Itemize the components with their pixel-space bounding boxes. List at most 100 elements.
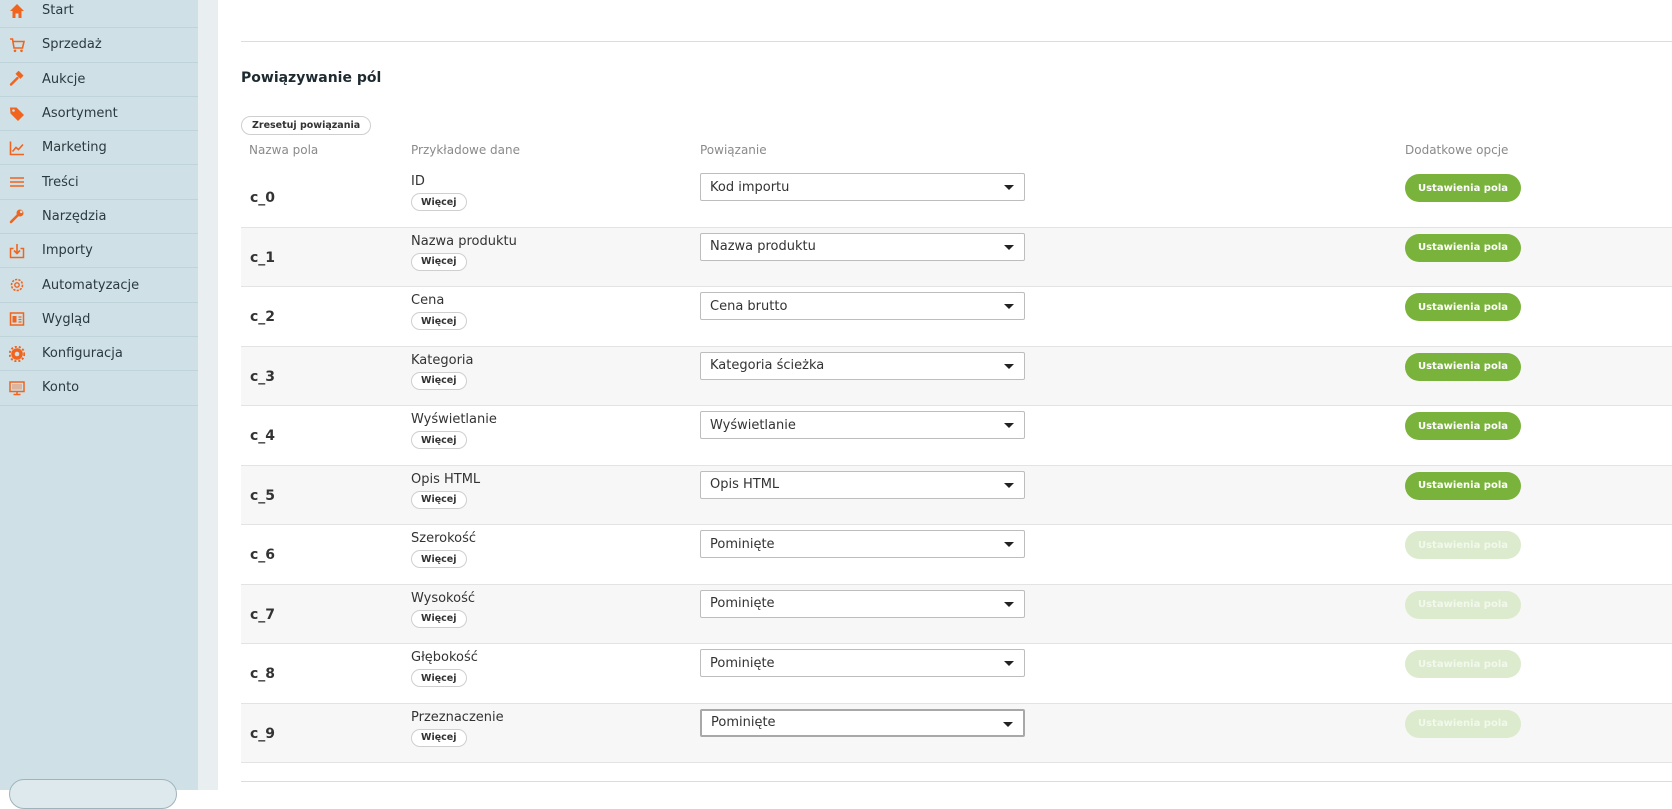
sidebar-item-tresci[interactable]: Treści [0,165,198,200]
sidebar-item-narzedzia[interactable]: Narzędzia [0,200,198,235]
field-settings-button[interactable]: Ustawienia pola [1405,233,1521,262]
cart-icon [9,37,25,53]
table-row: c_3 Kategoria Więcej Kategoria ścieżka Ustaw… [241,346,1672,406]
sidebar-item-konto[interactable]: Konto [0,371,198,406]
field-settings-button[interactable]: Ustawienia pola [1405,709,1521,738]
layout-icon [9,311,25,327]
chevron-down-icon [1004,423,1014,428]
binding-select[interactable]: Kategoria ścieżka [700,351,1025,380]
more-button[interactable]: Więcej [411,371,467,390]
sidebar-item-label: Wygląd [42,311,91,327]
sidebar-bottom-button[interactable] [9,779,177,809]
chevron-down-icon [1004,363,1014,369]
binding-select[interactable]: Wyświetlanie [700,411,1025,439]
sidebar-nav: Start Sprzedaż Aukcje Asortyment Marketi… [0,0,198,406]
field-name: c_5 [250,487,276,504]
table-row: c_4 Wyświetlanie Więcej Wyświetlanie Ustawie… [241,406,1672,466]
divider [241,781,1672,782]
binding-select-value: Wyświetlanie [710,417,796,433]
field-settings-button[interactable]: Ustawienia pola [1405,471,1521,500]
table-row: c_9 Przeznaczenie Więcej Pominięte Ustawieni… [241,703,1672,763]
more-button[interactable]: Więcej [411,490,467,509]
chevron-down-icon [1004,661,1014,666]
sidebar-item-label: Aukcje [42,71,86,87]
sidebar-item-wyglad[interactable]: Wygląd [0,303,198,337]
binding-select[interactable]: Opis HTML [700,470,1025,499]
reset-bindings-button[interactable]: Zresetuj powiązania [241,116,372,135]
sidebar-item-label: Treści [42,174,79,190]
binding-select[interactable]: Nazwa produktu [700,232,1025,261]
more-button[interactable]: Więcej [411,669,467,687]
chevron-down-icon [1003,721,1013,727]
field-settings-button[interactable]: Ustawienia pola [1405,650,1521,678]
import-icon [9,243,25,259]
sidebar-item-label: Narzędzia [42,208,107,224]
column-header-sample-data: Przykładowe dane [411,143,521,157]
binding-select-value: Pominięte [711,715,776,730]
more-button[interactable]: Więcej [411,193,467,211]
sidebar-item-importy[interactable]: Importy [0,234,198,269]
field-settings-button[interactable]: Ustawienia pola [1405,352,1521,381]
field-name: c_8 [250,666,276,682]
home-icon [9,3,25,19]
field-name: c_2 [250,309,276,325]
sidebar-item-label: Marketing [42,140,107,156]
field-name: c_6 [250,547,276,563]
field-name: c_9 [250,725,276,742]
chevron-down-icon [1004,482,1014,488]
lines-icon [9,174,25,190]
binding-select[interactable]: Cena brutto [700,292,1025,320]
more-button[interactable]: Więcej [411,609,467,628]
more-button[interactable]: Więcej [411,312,467,330]
sidebar-item-automatyzacje[interactable]: Automatyzacje [0,268,198,303]
binding-select[interactable]: Pominięte [700,649,1025,677]
chevron-down-icon [1004,601,1014,607]
sidebar-item-asortyment[interactable]: Asortyment [0,97,198,132]
binding-select-value: Cena brutto [710,298,788,314]
main-content: Powiązywanie pól Zresetuj powiązania Naz… [218,0,1672,790]
sidebar-item-label: Start [42,3,74,19]
sample-value: Szerokość [411,531,477,546]
binding-select[interactable]: Kod importu [700,173,1025,201]
more-button[interactable]: Więcej [411,550,467,568]
sidebar-item-label: Automatyzacje [42,277,140,293]
tag-icon [9,106,25,122]
sidebar-item-aukcje[interactable]: Aukcje [0,63,198,97]
binding-select[interactable]: Pominięte [700,589,1025,618]
chevron-down-icon [1004,304,1014,309]
field-settings-button[interactable]: Ustawienia pola [1405,412,1521,440]
mapping-table: c_0 ID Więcej Kod importu Ustawienia pola c_1… [241,168,1672,763]
sidebar-item-sprzedaz[interactable]: Sprzedaż [0,28,198,63]
field-settings-button[interactable]: Ustawienia pola [1405,531,1521,559]
binding-select-value: Kod importu [710,179,790,195]
more-button[interactable]: Więcej [411,728,467,747]
binding-select-value: Pominięte [710,596,775,611]
binding-select[interactable]: Pominięte [700,530,1025,558]
field-settings-button[interactable]: Ustawienia pola [1405,590,1521,619]
gear-icon [9,345,25,362]
chevron-down-icon [1004,542,1014,547]
wrench-icon [9,208,25,224]
sample-value: Cena [411,293,445,308]
column-header-binding: Powiązanie [700,143,767,157]
field-settings-button[interactable]: Ustawienia pola [1405,293,1521,321]
chart-icon [9,140,25,156]
sidebar-gutter [198,0,218,790]
sidebar-item-start[interactable]: Start [0,0,198,29]
sidebar-item-label: Importy [42,243,93,259]
sample-value: Nazwa produktu [411,233,517,249]
sidebar-item-marketing[interactable]: Marketing [0,131,198,166]
more-button[interactable]: Więcej [411,252,467,271]
binding-select[interactable]: Pominięte [700,708,1025,737]
table-row: c_7 Wysokość Więcej Pominięte Ustawienia pol… [241,584,1672,644]
sidebar-item-konfiguracja[interactable]: Konfiguracja [0,337,198,372]
table-row: c_6 Szerokość Więcej Pominięte Ustawienia po… [241,525,1672,585]
table-row: c_5 Opis HTML Więcej Opis HTML Ustawienia po… [241,465,1672,525]
field-name: c_0 [250,190,276,206]
field-name: c_3 [250,368,276,385]
sidebar: Start Sprzedaż Aukcje Asortyment Marketi… [0,0,218,809]
more-button[interactable]: Więcej [411,431,467,449]
field-settings-button[interactable]: Ustawienia pola [1405,174,1521,202]
sample-value: Głębokość [411,650,478,665]
binding-select-value: Nazwa produktu [710,239,816,254]
